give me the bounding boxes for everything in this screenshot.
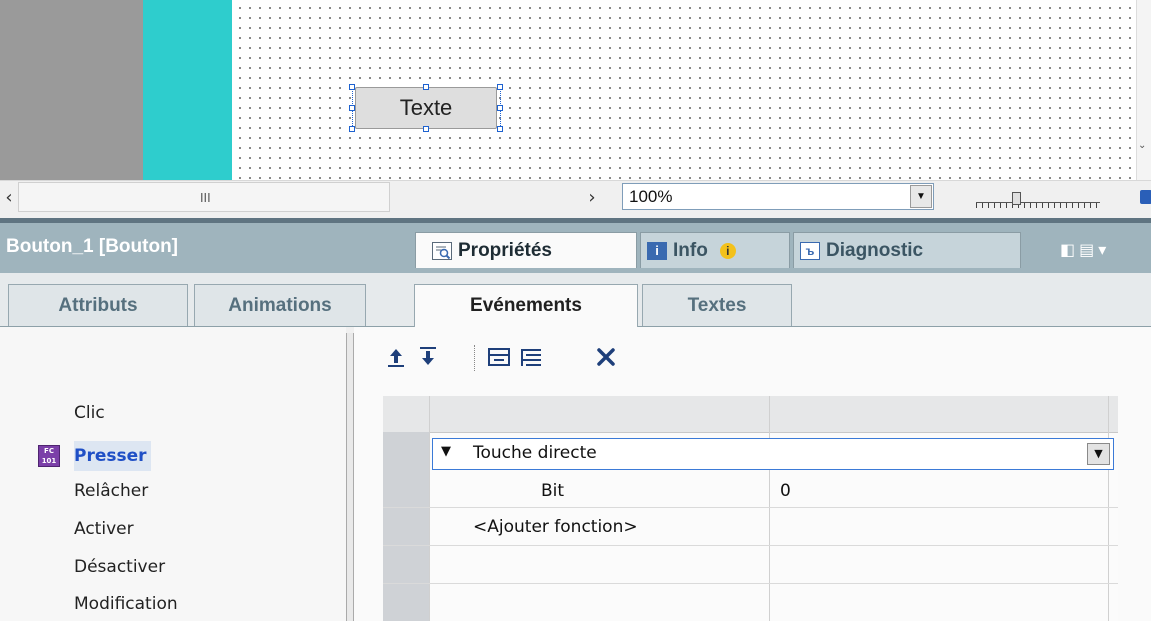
chevron-down-icon[interactable]: ▼ xyxy=(910,185,932,208)
grid-header-row xyxy=(383,396,1118,433)
tab-animations[interactable]: Animations xyxy=(194,284,366,326)
scroll-left-icon[interactable]: ‹ xyxy=(0,184,18,212)
canvas-button-label: Texte xyxy=(399,95,453,120)
resize-handle-icon[interactable] xyxy=(423,84,429,90)
zoom-value: 100% xyxy=(629,187,673,206)
event-relacher[interactable]: Relâcher xyxy=(74,476,148,506)
delete-icon[interactable] xyxy=(593,343,619,371)
grid-row-line xyxy=(383,545,1118,546)
grid-column-line xyxy=(769,396,770,621)
scrollbar-grip[interactable]: III xyxy=(200,191,211,205)
panel-options-icon[interactable]: ◧▤▾ xyxy=(1060,240,1110,259)
add-function-cell[interactable]: <Ajouter fonction> xyxy=(473,517,638,537)
layer-icon[interactable] xyxy=(1140,190,1151,204)
info-icon: i xyxy=(647,241,667,260)
resize-handle-icon[interactable] xyxy=(423,126,429,132)
event-desactiver[interactable]: Désactiver xyxy=(74,552,165,582)
grid-row-line xyxy=(383,583,1118,584)
tab-textes[interactable]: Textes xyxy=(642,284,792,326)
resize-handle-icon[interactable] xyxy=(497,84,503,90)
resize-handle-icon[interactable] xyxy=(497,126,503,132)
zoom-slider-ticks xyxy=(976,203,1100,208)
tab-label: Attributs xyxy=(58,294,138,316)
resize-handle-icon[interactable] xyxy=(349,105,355,111)
tab-proprietes[interactable]: Propriétés xyxy=(415,232,637,268)
grid-column-line xyxy=(429,396,430,621)
event-activer[interactable]: Activer xyxy=(74,514,134,544)
canvas-margin-strip xyxy=(0,0,143,180)
warning-icon: i xyxy=(719,242,736,259)
chevron-down-icon[interactable]: ▼ xyxy=(1087,443,1110,465)
expand-icon[interactable] xyxy=(518,343,544,371)
tab-attributs[interactable]: Attributs xyxy=(8,284,188,326)
tab-label: Info xyxy=(673,239,708,261)
zoom-select[interactable]: 100% ▼ xyxy=(622,183,934,210)
grid-column-line xyxy=(1108,396,1109,621)
resize-handle-icon[interactable] xyxy=(349,126,355,132)
events-list xyxy=(0,327,346,621)
param-value-cell[interactable]: 0 xyxy=(780,481,791,501)
zoom-slider-handle[interactable] xyxy=(1012,192,1021,205)
scroll-right-icon[interactable]: › xyxy=(578,184,606,212)
tab-diagnostic[interactable]: ъ Diagnostic xyxy=(793,232,1021,268)
tab-info[interactable]: i Info i xyxy=(640,232,790,268)
diagnostic-icon: ъ xyxy=(800,241,820,260)
function-grid: Bit 0 <Ajouter fonction> xyxy=(383,396,1118,621)
vertical-scrollbar[interactable] xyxy=(1136,0,1151,180)
function-name: Touche directe xyxy=(473,443,597,463)
param-name-cell: Bit xyxy=(541,481,565,501)
collapse-triangle-icon[interactable]: ▼ xyxy=(441,444,451,459)
move-up-icon[interactable] xyxy=(383,343,409,371)
toolbar-separator xyxy=(474,345,476,371)
event-presser[interactable]: Presser xyxy=(74,441,151,471)
tab-label: Diagnostic xyxy=(826,239,924,261)
scroll-down-icon[interactable]: ⌄ xyxy=(1138,140,1150,152)
tab-label: Animations xyxy=(228,294,332,316)
event-modification[interactable]: Modification xyxy=(74,589,178,619)
object-title: Bouton_1 [Bouton] xyxy=(6,236,179,257)
event-clic[interactable]: Clic xyxy=(74,398,105,428)
panel-divider[interactable] xyxy=(346,333,354,621)
move-down-icon[interactable] xyxy=(415,343,441,371)
tab-evenements[interactable]: Evénements xyxy=(414,284,638,327)
tab-label: Evénements xyxy=(470,295,582,316)
tab-label: Propriétés xyxy=(458,239,552,261)
tab-label: Textes xyxy=(687,294,747,316)
function-block-icon: FC 101 xyxy=(38,445,60,467)
function-select[interactable]: ▼ Touche directe ▼ xyxy=(432,438,1114,470)
resize-handle-icon[interactable] xyxy=(349,84,355,90)
canvas-text-button[interactable]: Texte xyxy=(355,87,497,129)
zoom-slider[interactable] xyxy=(968,188,1108,212)
properties-icon xyxy=(432,241,452,260)
collapse-icon[interactable] xyxy=(486,343,512,371)
resize-handle-icon[interactable] xyxy=(497,105,503,111)
grid-row-line xyxy=(383,507,1118,508)
canvas-cyan-strip xyxy=(143,0,232,180)
grid-row-headers xyxy=(383,432,429,621)
